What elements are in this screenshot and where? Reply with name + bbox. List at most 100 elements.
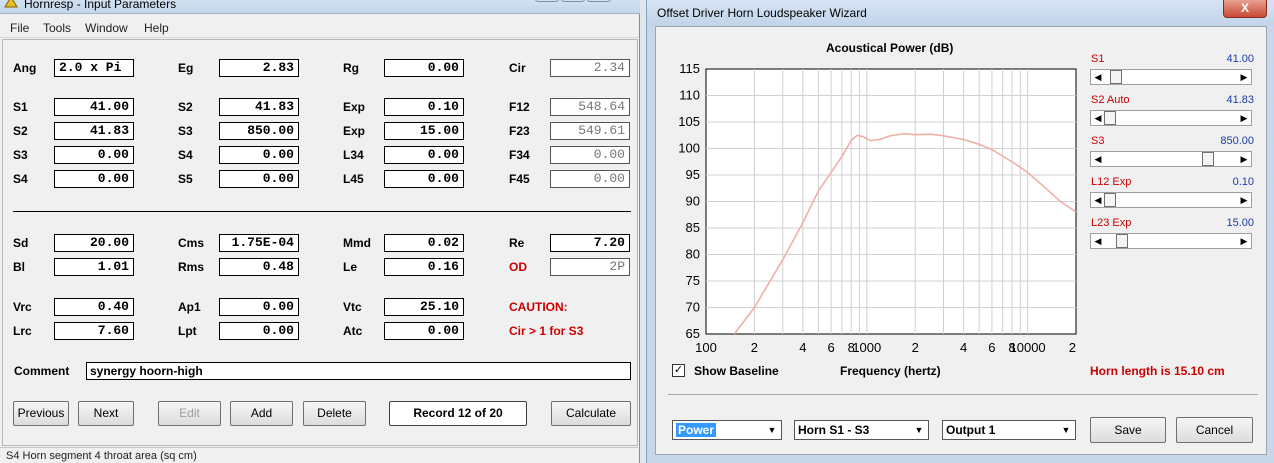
parameter-form: Ang 2.0 x Pi Eg 2.83 Rg 0.00 Cir 2.34 S1… bbox=[2, 39, 638, 446]
field-vrc[interactable]: 0.40 bbox=[54, 298, 134, 316]
edit-button[interactable]: Edit bbox=[158, 401, 221, 426]
field-l45[interactable]: 0.00 bbox=[384, 170, 464, 188]
field-re[interactable]: 7.20 bbox=[550, 234, 630, 252]
menu-help[interactable]: Help bbox=[144, 21, 169, 35]
arrow-right-icon[interactable]: ▶ bbox=[1238, 71, 1250, 83]
slider-l12[interactable]: ◀ ▶ bbox=[1090, 192, 1252, 208]
arrow-right-icon[interactable]: ▶ bbox=[1238, 153, 1250, 165]
delete-button[interactable]: Delete bbox=[303, 401, 366, 426]
output-combo[interactable]: Output 1 ▼ bbox=[942, 420, 1076, 440]
arrow-right-icon[interactable]: ▶ bbox=[1238, 194, 1250, 206]
minimize-button[interactable]: – bbox=[535, 0, 559, 2]
slider-l23[interactable]: ◀ ▶ bbox=[1090, 233, 1252, 249]
field-lrc[interactable]: 7.60 bbox=[54, 322, 134, 340]
field-cms[interactable]: 1.75E-04 bbox=[219, 234, 299, 252]
x-tick-label-1: 2 bbox=[751, 340, 758, 355]
field-ang[interactable]: 2.0 x Pi bbox=[54, 59, 134, 77]
maximize-button[interactable]: □ bbox=[561, 0, 585, 2]
label-s4: S4 bbox=[178, 148, 193, 162]
field-exp-1[interactable]: 0.10 bbox=[384, 98, 464, 116]
arrow-left-icon[interactable]: ◀ bbox=[1092, 71, 1104, 83]
field-le[interactable]: 0.16 bbox=[384, 258, 464, 276]
field-s2[interactable]: 41.83 bbox=[219, 98, 299, 116]
label-rg: Rg bbox=[343, 61, 359, 75]
field-s3[interactable]: 850.00 bbox=[219, 122, 299, 140]
field-ap1[interactable]: 0.00 bbox=[219, 298, 299, 316]
label-l34: L34 bbox=[343, 148, 364, 162]
y-tick-label-90: 90 bbox=[686, 194, 700, 209]
arrow-right-icon[interactable]: ▶ bbox=[1238, 112, 1250, 124]
field-eg[interactable]: 2.83 bbox=[219, 59, 299, 77]
left-title-bar[interactable]: Hornresp - Input Parameters – □ × bbox=[0, 0, 640, 14]
wizard-close-button[interactable]: X bbox=[1223, 0, 1267, 18]
field-bl[interactable]: 1.01 bbox=[54, 258, 134, 276]
menu-tools[interactable]: Tools bbox=[43, 21, 71, 35]
slider-thumb[interactable] bbox=[1104, 111, 1116, 125]
chevron-down-icon[interactable]: ▼ bbox=[765, 423, 779, 437]
label-atc: Atc bbox=[343, 324, 363, 338]
field-s5[interactable]: 0.00 bbox=[219, 170, 299, 188]
field-s4[interactable]: 0.00 bbox=[219, 146, 299, 164]
field-s3-b[interactable]: 0.00 bbox=[54, 146, 134, 164]
caution-title: CAUTION: bbox=[509, 300, 568, 314]
param-s2-label: S2 Auto bbox=[1091, 94, 1130, 106]
slider-s3[interactable]: ◀ ▶ bbox=[1090, 151, 1252, 167]
field-f45: 0.00 bbox=[550, 170, 630, 188]
field-atc[interactable]: 0.00 bbox=[384, 322, 464, 340]
field-sd[interactable]: 20.00 bbox=[54, 234, 134, 252]
param-s3-value: 850.00 bbox=[1220, 135, 1254, 147]
arrow-left-icon[interactable]: ◀ bbox=[1092, 153, 1104, 165]
calculate-button[interactable]: Calculate bbox=[551, 401, 631, 426]
next-button[interactable]: Next bbox=[78, 401, 134, 426]
x-tick-label-6: 2 bbox=[912, 340, 919, 355]
label-s2: S2 bbox=[178, 100, 193, 114]
menu-file[interactable]: File bbox=[10, 21, 29, 35]
wizard-client-area: Acoustical Power (dB) 115 110 105 100 95 90 85… bbox=[655, 26, 1267, 455]
x-axis-label: Frequency (hertz) bbox=[840, 364, 941, 378]
arrow-left-icon[interactable]: ◀ bbox=[1092, 194, 1104, 206]
slider-thumb[interactable] bbox=[1116, 234, 1129, 248]
label-od[interactable]: OD bbox=[509, 260, 527, 274]
chevron-down-icon[interactable]: ▼ bbox=[912, 423, 926, 437]
label-exp-1: Exp bbox=[343, 100, 366, 114]
right-title-bar[interactable]: Offset Driver Horn Loudspeaker Wizard X bbox=[647, 0, 1274, 26]
field-vtc[interactable]: 25.10 bbox=[384, 298, 464, 316]
show-baseline-checkbox[interactable]: ✓ bbox=[672, 364, 685, 377]
cancel-button[interactable]: Cancel bbox=[1176, 417, 1253, 443]
param-s1-label: S1 bbox=[1091, 53, 1105, 65]
field-s2-b[interactable]: 41.83 bbox=[54, 122, 134, 140]
field-rms[interactable]: 0.48 bbox=[219, 258, 299, 276]
horn-combo-value: Horn S1 - S3 bbox=[798, 423, 870, 437]
field-lpt[interactable]: 0.00 bbox=[219, 322, 299, 340]
arrow-left-icon[interactable]: ◀ bbox=[1092, 112, 1104, 124]
param-s1-value: 41.00 bbox=[1226, 53, 1254, 65]
label-s1: S1 bbox=[13, 100, 28, 114]
field-l34[interactable]: 0.00 bbox=[384, 146, 464, 164]
menu-window[interactable]: Window bbox=[85, 21, 128, 35]
slider-s2[interactable]: ◀ ▶ bbox=[1090, 110, 1252, 126]
close-button[interactable]: × bbox=[587, 0, 611, 2]
label-ap1: Ap1 bbox=[178, 300, 201, 314]
comment-field[interactable]: synergy hoorn-high bbox=[86, 362, 631, 380]
save-button[interactable]: Save bbox=[1090, 417, 1166, 443]
slider-thumb[interactable] bbox=[1104, 193, 1116, 207]
chevron-down-icon[interactable]: ▼ bbox=[1059, 423, 1073, 437]
add-button[interactable]: Add bbox=[230, 401, 293, 426]
horn-combo[interactable]: Horn S1 - S3 ▼ bbox=[794, 420, 929, 440]
previous-button[interactable]: Previous bbox=[13, 401, 69, 426]
field-rg[interactable]: 0.00 bbox=[384, 59, 464, 77]
show-baseline-label[interactable]: Show Baseline bbox=[694, 364, 779, 378]
field-s1[interactable]: 41.00 bbox=[54, 98, 134, 116]
field-exp-2[interactable]: 15.00 bbox=[384, 122, 464, 140]
field-s4-b[interactable]: 0.00 bbox=[54, 170, 134, 188]
slider-thumb[interactable] bbox=[1201, 152, 1214, 166]
label-s3-b: S3 bbox=[13, 148, 28, 162]
mode-combo[interactable]: Power ▼ bbox=[672, 420, 782, 440]
slider-thumb[interactable] bbox=[1110, 70, 1123, 84]
arrow-left-icon[interactable]: ◀ bbox=[1092, 235, 1104, 247]
label-cms: Cms bbox=[178, 236, 205, 250]
y-tick-label-70: 70 bbox=[686, 300, 700, 315]
arrow-right-icon[interactable]: ▶ bbox=[1238, 235, 1250, 247]
field-mmd[interactable]: 0.02 bbox=[384, 234, 464, 252]
slider-s1[interactable]: ◀ ▶ bbox=[1090, 69, 1252, 85]
